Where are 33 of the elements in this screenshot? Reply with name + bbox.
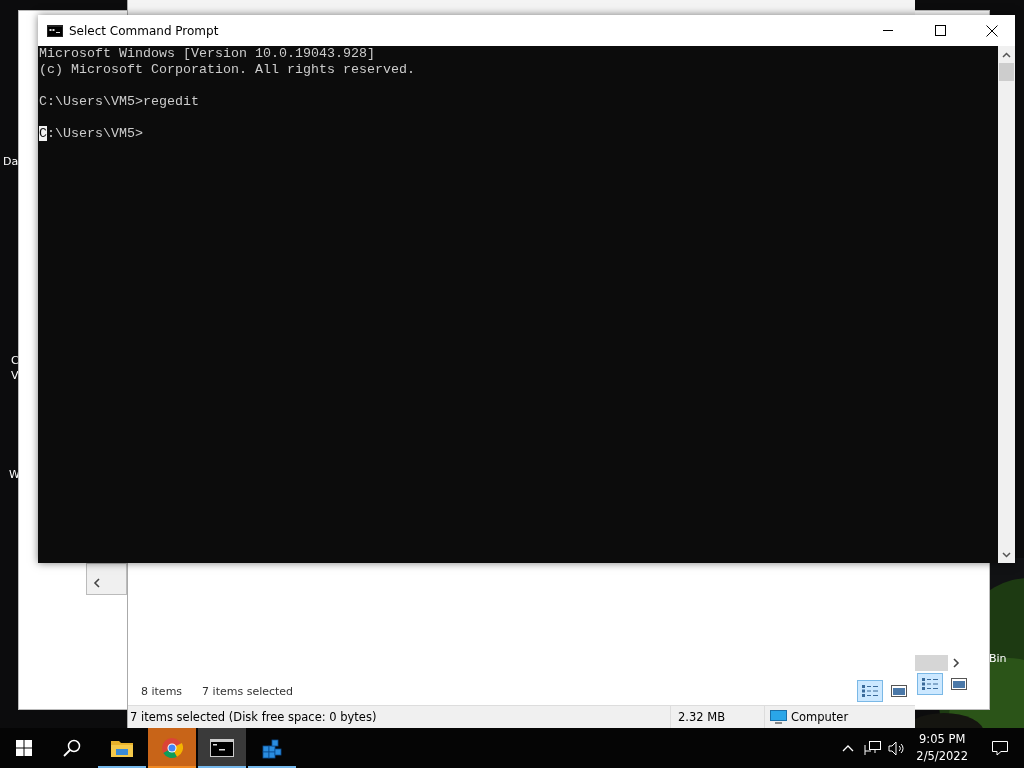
cubes-icon <box>261 737 283 759</box>
round-logo-icon <box>161 737 183 759</box>
console-icon <box>47 24 63 37</box>
maximize-icon <box>934 25 946 36</box>
desktop-icon-label[interactable]: Bin <box>989 652 1007 665</box>
details-view-icon[interactable] <box>917 673 943 695</box>
desktop-icon-label[interactable]: V <box>11 369 19 382</box>
taskbar-app-button[interactable] <box>198 728 246 768</box>
console-line: Microsoft Windows [Version 10.0.19043.928] <box>39 46 375 62</box>
desktop-icon-label[interactable]: C <box>11 354 19 367</box>
close-icon <box>986 24 998 37</box>
window-title: Select Command Prompt <box>69 23 220 38</box>
status-text: 7 items selected (Disk free space: 0 bytes) <box>129 710 378 724</box>
scroll-left-icon[interactable] <box>93 578 101 588</box>
selected-count: 7 items selected <box>202 684 294 698</box>
desktop-icon-label[interactable]: Da <box>3 155 19 168</box>
console-icon <box>210 739 234 757</box>
clock-time: 9:05 PM <box>919 731 966 748</box>
search-icon <box>63 739 81 757</box>
clock-date: 2/5/2022 <box>916 748 968 765</box>
console-line: C:\Users\VM5>regedit <box>39 94 199 110</box>
location-text: Computer <box>791 710 849 724</box>
windows-logo-icon <box>16 740 32 756</box>
details-view-icon[interactable] <box>857 680 883 702</box>
scroll-right-icon[interactable] <box>952 658 960 668</box>
folder-icon <box>111 739 133 757</box>
console-line: (c) Microsoft Corporation. All rights reserved. <box>39 62 415 78</box>
scrollbar-track <box>914 655 948 671</box>
item-count: 8 items <box>141 684 183 698</box>
clock[interactable]: 9:05 PM 2/5/2022 <box>908 731 976 765</box>
scrollbar-thumb[interactable] <box>999 63 1014 81</box>
monitor-icon <box>770 709 787 725</box>
console-line: C:\Users\VM5> <box>39 126 143 142</box>
